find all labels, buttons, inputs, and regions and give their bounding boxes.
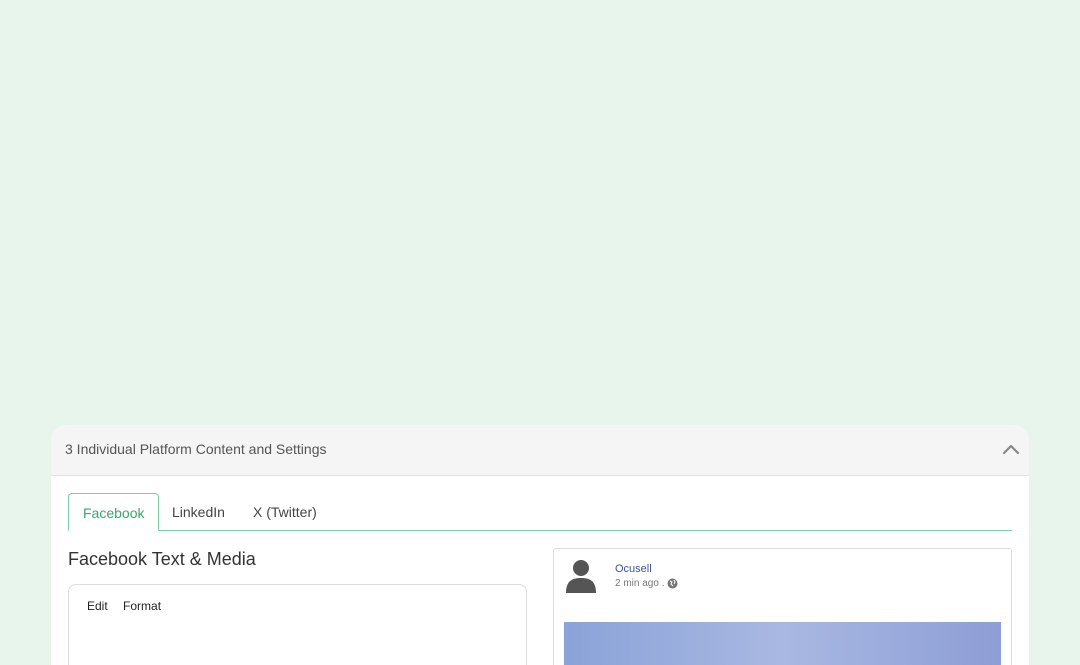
panel-header[interactable]: 3 Individual Platform Content and Settin… (51, 425, 1029, 476)
post-preview: Ocusell 2 min ago . (553, 548, 1012, 665)
panel-title: 3 Individual Platform Content and Settin… (65, 441, 327, 457)
text-editor[interactable]: Edit Format (68, 584, 527, 665)
tab-x-twitter[interactable]: X (Twitter) (253, 493, 317, 529)
post-time-text: 2 min ago . (615, 578, 665, 590)
avatar-icon (566, 559, 596, 593)
menu-format[interactable]: Format (123, 599, 161, 613)
editor-menubar: Edit Format (87, 599, 173, 613)
menu-edit[interactable]: Edit (87, 599, 108, 613)
platform-tabs: Facebook LinkedIn X (Twitter) (68, 493, 1012, 531)
post-page-name[interactable]: Ocusell (615, 563, 652, 575)
platform-settings-panel: 3 Individual Platform Content and Settin… (51, 425, 1029, 665)
post-timestamp: 2 min ago . (615, 578, 678, 589)
section-title: Facebook Text & Media (68, 549, 256, 569)
tab-linkedin[interactable]: LinkedIn (172, 493, 225, 529)
post-image (564, 622, 1001, 665)
tab-facebook[interactable]: Facebook (68, 493, 160, 531)
chevron-up-icon[interactable] (1001, 439, 1021, 459)
globe-icon (667, 578, 678, 589)
